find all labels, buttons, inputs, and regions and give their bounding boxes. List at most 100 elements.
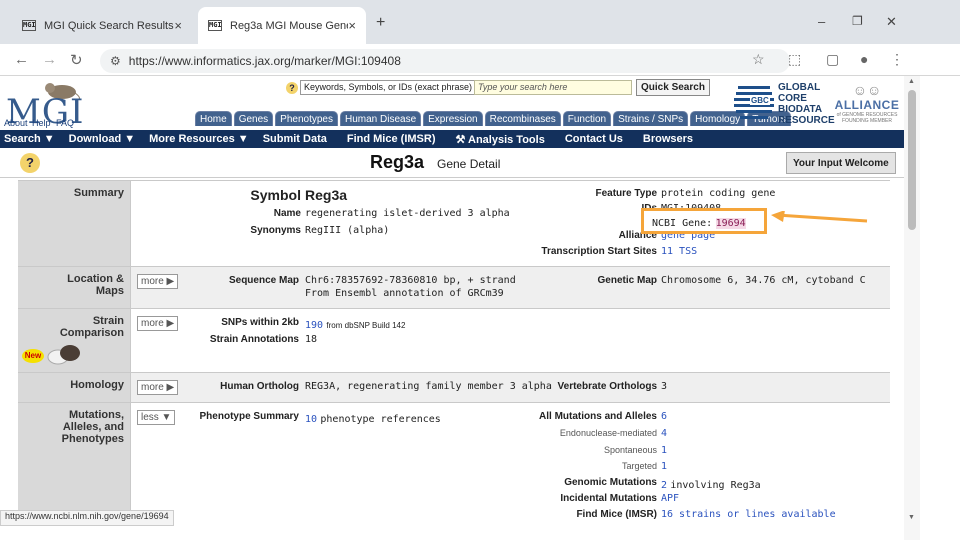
tab-mgi-quick-search[interactable]: MGI MGI Quick Search Results ×	[12, 7, 192, 44]
tab-close-icon[interactable]: ×	[348, 18, 356, 33]
quick-search-button[interactable]: Quick Search	[636, 79, 710, 96]
targeted-key: Targeted	[621, 461, 657, 471]
gbc-badge: GBC	[750, 96, 770, 105]
ncbi-gene-link[interactable]: 19694	[715, 218, 746, 229]
tab-human-disease[interactable]: Human Disease	[339, 111, 422, 126]
location-more-button[interactable]: more ▶	[137, 274, 179, 289]
tab-recombinases[interactable]: Recombinases	[484, 111, 561, 126]
bookmark-star-icon[interactable]: ☆	[752, 51, 765, 68]
top-link-help[interactable]: Help	[32, 118, 51, 128]
mutations-label: Mutations, Alleles, and Phenotypes	[18, 403, 130, 516]
nav-download[interactable]: Download ▼	[69, 133, 136, 145]
endonuclease-link[interactable]: 4	[661, 428, 667, 439]
search-mode-select[interactable]: Keywords, Symbols, or IDs (exact phrase)…	[300, 80, 484, 95]
mutations-section: Mutations, Alleles, and Phenotypes less ▼ …	[18, 402, 890, 520]
nav-submit-data[interactable]: Submit Data	[263, 133, 327, 145]
tab-strains-snps[interactable]: Strains / SNPs	[613, 111, 689, 126]
synonyms-key: Synonyms	[250, 225, 301, 236]
summary-label: Summary	[18, 181, 130, 266]
reload-icon[interactable]: ↻	[70, 51, 83, 69]
site-settings-icon[interactable]: ⚙	[110, 54, 121, 68]
nav-analysis-tools[interactable]: ⚒ Analysis Tools	[455, 133, 544, 146]
find-mice-key: Find Mice (IMSR)	[576, 509, 657, 520]
tab-function[interactable]: Function	[562, 111, 612, 126]
homology-more-button[interactable]: more ▶	[137, 380, 179, 395]
back-arrow-icon[interactable]: ←	[14, 51, 29, 68]
genomic-mutations-link[interactable]: 2	[661, 480, 667, 491]
scroll-up-icon[interactable]: ▲	[908, 78, 915, 85]
alliance-logo[interactable]: ☺☺ ALLIANCE of GENOME RESOURCES FOUNDING…	[832, 82, 902, 126]
new-tab-button[interactable]: +	[376, 14, 385, 32]
snps-source: from dbSNP Build 142	[326, 321, 406, 330]
spontaneous-link[interactable]: 1	[661, 445, 667, 456]
top-link-about[interactable]: About	[4, 118, 28, 128]
strain-annotations-value: 18	[305, 334, 318, 345]
tss-key: Transcription Start Sites	[541, 246, 657, 257]
summary-body: Symbol Reg3a Name regenerating islet-der…	[130, 181, 890, 266]
gene-name: regenerating islet-derived 3 alpha	[305, 208, 510, 219]
sequence-map-value: Chr6:78357692-78360810 bp, + strand	[305, 275, 516, 286]
human-ortholog-key: Human Ortholog	[220, 381, 299, 392]
tab-close-icon[interactable]: ×	[174, 18, 182, 33]
genomic-mutations-key: Genomic Mutations	[564, 477, 657, 488]
extensions-icon[interactable]: ⬚	[788, 51, 801, 68]
tss-link[interactable]: 11 TSS	[661, 246, 697, 257]
address-bar[interactable]: ⚙ https://www.informatics.jax.org/marker…	[100, 49, 790, 73]
strain-more-button[interactable]: more ▶	[137, 316, 179, 331]
tab-home[interactable]: Home	[195, 111, 232, 126]
minimize-button[interactable]: –	[818, 14, 825, 29]
tab-title: Reg3a MGI Mouse Gene Detail	[230, 19, 348, 32]
profile-avatar-icon[interactable]: ●	[860, 51, 868, 67]
tab-expression[interactable]: Expression	[423, 111, 483, 126]
mgi-favicon-icon: MGI	[22, 20, 36, 31]
maximize-button[interactable]: ❐	[852, 14, 863, 28]
window-close-button[interactable]: ✕	[886, 14, 897, 30]
mgi-header: MGI About Help FAQ ? Keywords, Symbols, …	[0, 76, 904, 132]
targeted-link[interactable]: 1	[661, 461, 667, 472]
search-input[interactable]: Type your search here	[474, 80, 632, 95]
find-mice-link[interactable]: 16 strains or lines available	[661, 509, 836, 520]
nav-contact-us[interactable]: Contact Us	[565, 133, 623, 145]
ncbi-gene-label: NCBI Gene:	[652, 218, 713, 229]
nav-search[interactable]: Search ▼	[4, 133, 55, 145]
endonuclease-key: Endonuclease-mediated	[559, 428, 657, 438]
sequence-map-key: Sequence Map	[228, 275, 299, 286]
tab-reg3a-gene-detail[interactable]: MGI Reg3a MGI Mouse Gene Detail ×	[198, 7, 366, 44]
tab-genes[interactable]: Genes	[233, 111, 274, 126]
phenotype-summary-key: Phenotype Summary	[199, 411, 299, 422]
your-input-welcome-button[interactable]: Your Input Welcome	[786, 152, 896, 174]
new-badge-icon: New	[22, 349, 44, 363]
help-icon[interactable]: ?	[20, 153, 40, 173]
top-link-faq[interactable]: FAQ	[56, 118, 74, 128]
vertebrate-orthologs-key: Vertebrate Orthologs	[557, 381, 657, 392]
browser-toolbar: ← → ↻ ⚙ https://www.informatics.jax.org/…	[0, 44, 960, 76]
nav-more-resources[interactable]: More Resources ▼	[149, 133, 249, 145]
page-scrollbar[interactable]: ▲ ▼	[904, 76, 920, 540]
all-mutations-link[interactable]: 6	[661, 411, 667, 422]
feature-type-value: protein coding gene	[661, 188, 776, 199]
tab-phenotypes[interactable]: Phenotypes	[275, 111, 338, 126]
gbc-text: GLOBAL CORE BIODATA RESOURCE	[778, 82, 835, 126]
address-url: https://www.informatics.jax.org/marker/M…	[128, 54, 401, 68]
nav-browsers[interactable]: Browsers	[643, 133, 693, 145]
side-panel-icon[interactable]: ▢	[826, 51, 839, 68]
all-mutations-key: All Mutations and Alleles	[539, 411, 657, 422]
genetic-map-key: Genetic Map	[597, 275, 657, 286]
alliance-key: Alliance	[618, 230, 657, 241]
phenotype-references-link[interactable]: 10	[305, 414, 317, 425]
snps-link[interactable]: 190	[305, 320, 323, 331]
summary-section: Summary Symbol Reg3a Name regenerating i…	[18, 180, 890, 266]
mutations-less-button[interactable]: less ▼	[137, 410, 176, 425]
feature-type-key: Feature Type	[595, 188, 658, 199]
incidental-mutations-link[interactable]: APF	[661, 493, 679, 504]
vertebrate-orthologs-value: 3	[661, 381, 668, 392]
forward-arrow-icon[interactable]: →	[42, 51, 57, 68]
phenotype-summary-value: 10 phenotype references	[305, 414, 441, 425]
genomic-mutations-value: 2 involving Reg3a	[661, 480, 761, 491]
nav-find-mice[interactable]: Find Mice (IMSR)	[347, 133, 436, 145]
search-help-icon[interactable]: ?	[286, 82, 298, 94]
scrollbar-thumb[interactable]	[908, 90, 916, 230]
mutations-body: less ▼ Phenotype Summary 10 phenotype re…	[130, 403, 890, 520]
scroll-down-icon[interactable]: ▼	[908, 514, 915, 521]
browser-menu-icon[interactable]: ⋮	[890, 51, 904, 68]
